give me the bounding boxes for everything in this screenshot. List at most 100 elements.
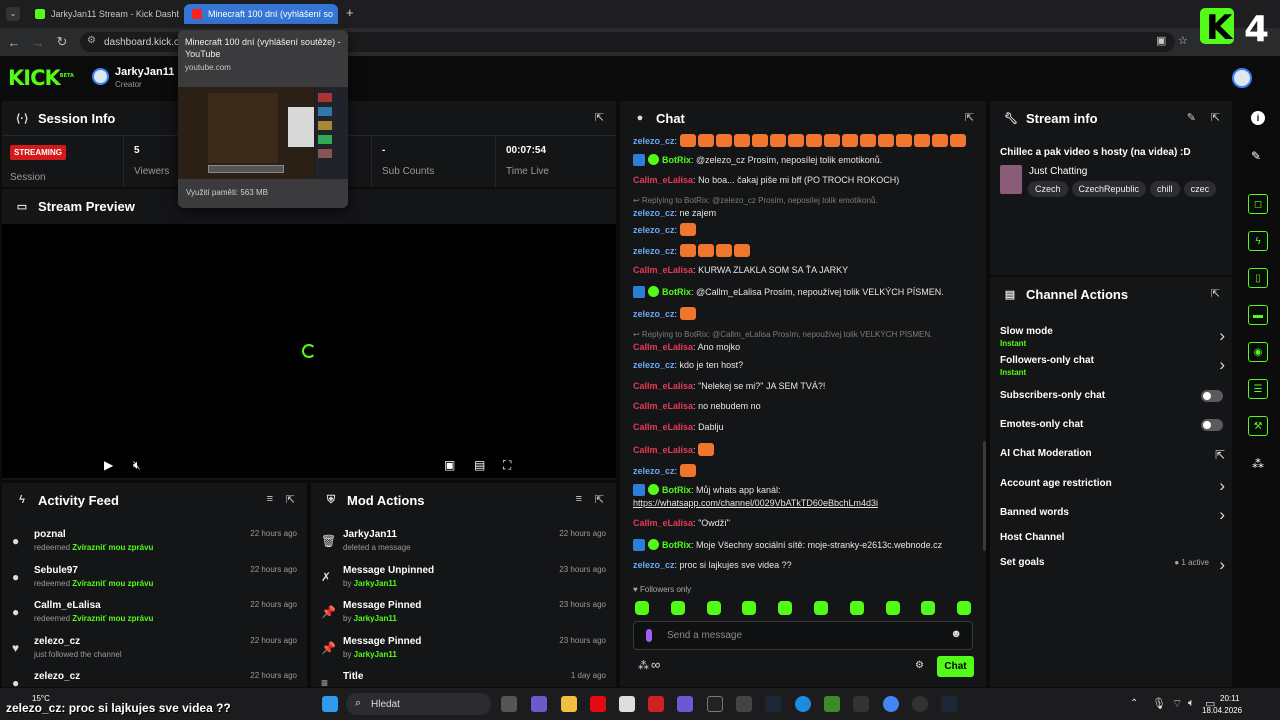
mic-icon[interactable] xyxy=(646,629,652,642)
chat-username[interactable]: Callm_eLalisa xyxy=(633,342,693,352)
chat-username[interactable]: zelezo_cz xyxy=(633,560,675,570)
popout-icon[interactable]: ⇱ xyxy=(595,493,604,506)
chat-username[interactable]: Callm_eLalisa xyxy=(633,175,693,185)
proton-icon[interactable] xyxy=(677,696,693,712)
chat-message[interactable]: BotRix: @zelezo_cz Prosím, neposílej tol… xyxy=(633,154,978,166)
tray-chevron-icon[interactable]: ⌃ xyxy=(1130,698,1138,709)
chat-message[interactable]: Callm_eLalisa: "Owdží" xyxy=(633,518,978,528)
chat-send-button[interactable]: Chat xyxy=(937,656,974,677)
chat-username[interactable]: BotRix xyxy=(662,287,691,297)
popout-icon[interactable]: ⇱ xyxy=(1211,111,1220,124)
obs-icon[interactable] xyxy=(912,696,928,712)
kick-points-tool-icon[interactable]: ⁂ xyxy=(1252,457,1264,471)
video-player[interactable] xyxy=(2,224,616,478)
camera-icon[interactable] xyxy=(736,696,752,712)
l-app-icon[interactable] xyxy=(648,696,664,712)
popout-icon[interactable]: ⇱ xyxy=(286,493,295,506)
feed-item[interactable]: 📌 Message Pinned by JarkyJan11 23 hours ago xyxy=(311,633,616,669)
chat-message[interactable]: Callm_eLalisa: xyxy=(633,443,978,456)
chat-message[interactable]: zelezo_cz: xyxy=(633,307,978,320)
channel-action-item[interactable]: Emotes-only chat xyxy=(1000,419,1225,431)
stream-tag[interactable]: Czech xyxy=(1028,181,1068,197)
teams-icon[interactable] xyxy=(531,696,547,712)
chat-username[interactable]: zelezo_cz xyxy=(633,246,675,256)
netflix-icon[interactable] xyxy=(590,696,606,712)
site-info-icon[interactable]: ⚙ xyxy=(87,35,96,46)
minecraft-icon[interactable] xyxy=(824,696,840,712)
steam-icon[interactable] xyxy=(765,696,781,712)
taskbar-search[interactable]: ⌕ Hledat xyxy=(346,693,491,715)
channel-action-item[interactable]: Account age restriction › xyxy=(1000,476,1225,495)
filter-icon[interactable]: ≡ xyxy=(576,493,582,505)
chevron-right-icon[interactable]: › xyxy=(1219,476,1225,496)
chat-username[interactable]: zelezo_cz xyxy=(633,360,675,370)
chevron-right-icon[interactable]: › xyxy=(1219,505,1225,525)
chat-message[interactable]: zelezo_cz: proc si lajkujes sve videa ?? xyxy=(633,560,978,570)
chat-message[interactable]: Callm_eLalisa: Ano mojko xyxy=(633,342,978,352)
feed-item[interactable]: 📌 Message Pinned by JarkyJan11 23 hours ago xyxy=(311,597,616,633)
channel-action-item[interactable]: AI Chat Moderation ⇱ xyxy=(1000,448,1225,462)
quick-emote-icon[interactable] xyxy=(635,601,649,615)
quick-emote-icon[interactable] xyxy=(778,601,793,615)
mute-icon[interactable]: 🔇︎ xyxy=(133,458,141,473)
chat-message[interactable]: zelezo_cz: ne zajem xyxy=(633,208,978,218)
popout-icon[interactable]: ⇱ xyxy=(1211,287,1220,300)
info-icon[interactable]: i xyxy=(1251,111,1265,125)
chat-message[interactable]: zelezo_cz: xyxy=(633,223,978,236)
broadcast-icon[interactable]: ◉ xyxy=(1248,342,1268,362)
kick-logo[interactable]: KICKBETA xyxy=(8,66,74,90)
windows-start-icon[interactable] xyxy=(322,696,338,712)
chat-username[interactable]: Callm_eLalisa xyxy=(633,401,693,411)
tab-youtube[interactable]: Minecraft 100 dní (vyhlášení so ✕ xyxy=(184,4,338,24)
app-icon[interactable] xyxy=(619,696,635,712)
chat-username[interactable]: zelezo_cz xyxy=(633,309,675,319)
chat-message[interactable]: BotRix: Můj whats app kanál: xyxy=(633,484,978,496)
steam-2-icon[interactable] xyxy=(941,696,957,712)
clip-icon[interactable]: ◻ xyxy=(1248,194,1268,214)
wifi-icon[interactable]: ⌔ xyxy=(1172,697,1182,711)
file-explorer-icon[interactable] xyxy=(561,696,577,712)
popout-icon[interactable]: ⇱ xyxy=(965,111,974,124)
chat-username[interactable]: BotRix xyxy=(662,540,691,550)
filter-icon[interactable]: ≡ xyxy=(267,493,273,505)
chat-username[interactable]: BotRix xyxy=(662,155,691,165)
quick-emote-icon[interactable] xyxy=(814,601,828,615)
chat-input[interactable]: Send a message ☻ xyxy=(633,621,973,650)
toggle-switch[interactable] xyxy=(1201,419,1223,431)
chat-tool-icon[interactable]: ▬ xyxy=(1248,305,1268,325)
edit-icon[interactable]: ✎ xyxy=(1251,149,1261,163)
user-menu-avatar[interactable] xyxy=(1232,68,1252,88)
quick-emote-icon[interactable] xyxy=(957,601,972,615)
chat-message[interactable]: Callm_eLalisa: No boa... čakaj piše mi b… xyxy=(633,175,978,185)
chat-username[interactable]: zelezo_cz xyxy=(633,208,675,218)
wrench-tool-icon[interactable]: ⚒ xyxy=(1248,416,1268,436)
channel-action-item[interactable]: Host Channel xyxy=(1000,532,1225,543)
chat-link[interactable]: https://whatsapp.com/channel/0029VbATkTD… xyxy=(633,498,878,508)
task-view-icon[interactable] xyxy=(501,696,517,712)
document-icon[interactable]: ▯ xyxy=(1248,268,1268,288)
chat-message[interactable]: Callm_eLalisa: KURWA ZLAKLA SOM SA ŤA JA… xyxy=(633,265,978,275)
chat-scrollbar[interactable] xyxy=(983,441,986,551)
chat-message[interactable]: zelezo_cz: xyxy=(633,134,978,147)
chat-message[interactable]: Callm_eLalisa: Dablju xyxy=(633,422,978,432)
chevron-right-icon[interactable]: › xyxy=(1219,326,1225,346)
chat-message[interactable]: https://whatsapp.com/channel/0029VbATkTD… xyxy=(633,498,978,508)
channel-action-item[interactable]: Slow mode Instant › xyxy=(1000,326,1225,348)
chat-message[interactable]: zelezo_cz: xyxy=(633,464,978,477)
mic-tray-icon[interactable]: 🎙︎ xyxy=(1152,697,1166,710)
toggle-switch[interactable] xyxy=(1201,390,1223,402)
edge-icon[interactable] xyxy=(795,696,811,712)
fullscreen-icon[interactable]: ⛶ xyxy=(503,458,511,473)
chat-username[interactable]: Callm_eLalisa xyxy=(633,265,693,275)
quick-emote-icon[interactable] xyxy=(921,601,936,615)
feed-item[interactable]: ● poznal redeemed Zvírazniť mou zprávu 22 h… xyxy=(2,526,307,562)
channel-action-item[interactable]: Subscribers-only chat xyxy=(1000,390,1225,402)
quick-emote-icon[interactable] xyxy=(885,601,900,615)
edit-pencil-icon[interactable]: ✎ xyxy=(1187,111,1196,124)
miniplayer-icon[interactable]: ▣ xyxy=(444,458,455,472)
chat-message[interactable]: Callm_eLalisa: "Nelekej se mi?" JA SEM T… xyxy=(633,381,978,391)
theater-mode-icon[interactable]: ▤ xyxy=(474,458,485,472)
reload-icon[interactable]: ↻ xyxy=(50,34,74,50)
quick-emote-icon[interactable] xyxy=(706,601,721,615)
chat-settings-icon[interactable]: ⚙ xyxy=(915,660,924,671)
